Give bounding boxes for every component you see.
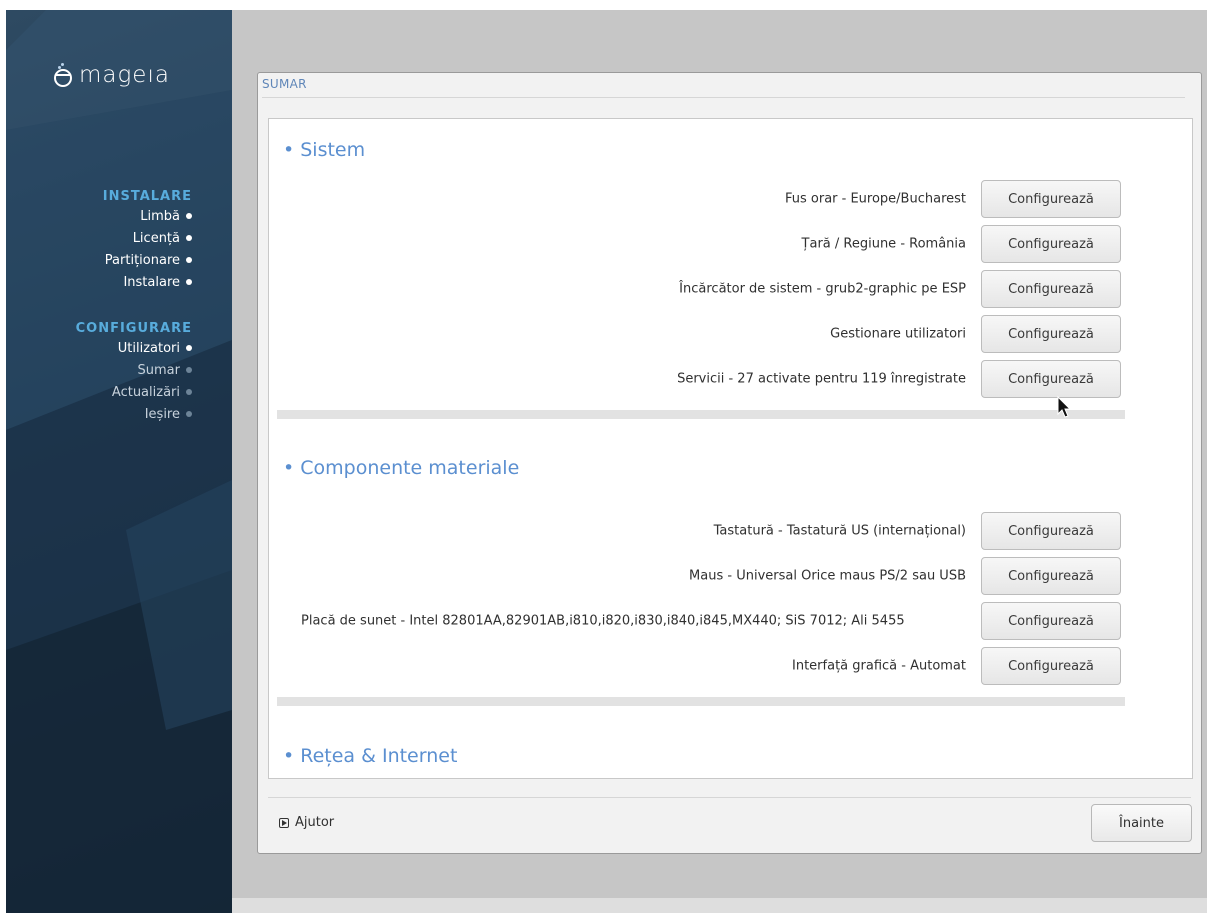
bottom-strip [232, 898, 1207, 913]
summary-row: Gestionare utilizatori Configurează [279, 315, 1124, 353]
step-label: Actualizări [111, 385, 180, 400]
row-label: Fus orar - Europe/Bucharest [784, 191, 966, 207]
step-done-dot-icon [186, 344, 192, 351]
expand-arrow-icon [279, 817, 289, 828]
summary-row: Tastatură - Tastatură US (internațional)… [279, 512, 1124, 550]
step-done-dot-icon [186, 278, 192, 285]
step-item-actualizari: Actualizări [76, 382, 192, 404]
row-label: Servicii - 27 activate pentru 119 înregi… [677, 371, 966, 387]
configure-bootloader-button[interactable]: Configurează [981, 270, 1121, 308]
step-item-utilizatori: Utilizatori [76, 338, 192, 360]
configure-users-button[interactable]: Configurează [981, 315, 1121, 353]
step-item-licenta: Licență [76, 228, 192, 250]
configure-keyboard-button[interactable]: Configurează [981, 512, 1121, 550]
row-label: Placă de sunet - Intel 82801AA,82901AB,i… [301, 613, 905, 629]
mageia-cauldron-icon [53, 63, 73, 87]
step-item-iesire: Ieșire [76, 404, 192, 426]
configure-soundcard-button[interactable]: Configurează [981, 602, 1121, 640]
step-item-limba: Limbă [76, 206, 192, 228]
step-label: Limbă [140, 209, 180, 224]
next-button[interactable]: Înainte [1091, 804, 1192, 842]
configure-country-button[interactable]: Configurează [981, 225, 1121, 263]
sidebar: mageıa INSTALARE Limbă Licență Partițion… [6, 10, 232, 913]
mageia-logo: mageıa [53, 55, 170, 95]
step-item-sumar: Sumar [76, 360, 192, 382]
summary-row: Încărcător de sistem - grub2-graphic pe … [279, 270, 1124, 308]
row-label: Interfață grafică - Automat [792, 658, 966, 674]
step-done-dot-icon [186, 212, 192, 219]
step-item-partitionare: Partiționare [76, 250, 192, 272]
row-label: Tastatură - Tastatură US (internațional) [713, 523, 966, 539]
step-label: Instalare [123, 275, 180, 290]
step-label: Partiționare [104, 253, 180, 268]
step-label: Ieșire [144, 407, 180, 422]
mouse-pointer-icon [1057, 396, 1072, 418]
configure-timezone-button[interactable]: Configurează [981, 180, 1121, 218]
step-done-dot-icon [186, 234, 192, 241]
section-title-sistem: • Sistem [283, 139, 366, 161]
row-label: Gestionare utilizatori [830, 326, 966, 342]
help-label: Ajutor [295, 815, 335, 830]
section-title-network: • Rețea & Internet [283, 745, 458, 767]
panel-title: SUMAR [262, 77, 307, 91]
row-label: Țară / Regiune - România [801, 236, 966, 252]
summary-row: Fus orar - Europe/Bucharest Configurează [279, 180, 1124, 218]
step-pending-dot-icon [186, 366, 192, 373]
summary-row: Țară / Regiune - România Configurează [279, 225, 1124, 263]
row-label: Încărcător de sistem - grub2-graphic pe … [679, 281, 966, 297]
divider [262, 97, 1185, 98]
summary-row: Servicii - 27 activate pentru 119 înregi… [279, 360, 1124, 398]
summary-row: Maus - Universal Orice maus PS/2 sau USB… [279, 557, 1124, 595]
logo-text: mageıa [79, 62, 170, 88]
summary-panel: SUMAR • Sistem Fus orar - Europe/Buchare… [257, 72, 1202, 854]
step-group-configure: CONFIGURARE Utilizatori Sumar Actualizăr… [76, 320, 192, 426]
section-separator [277, 697, 1125, 706]
step-pending-dot-icon [186, 410, 192, 417]
sidebar-decoration [6, 10, 232, 913]
help-toggle[interactable]: Ajutor [279, 815, 334, 830]
step-item-instalare: Instalare [76, 272, 192, 294]
summary-row: Placă de sunet - Intel 82801AA,82901AB,i… [279, 602, 1124, 640]
section-title-hardware: • Componente materiale [283, 457, 520, 479]
summary-row: Interfață grafică - Automat Configurează [279, 647, 1124, 685]
configure-services-button[interactable]: Configurează [981, 360, 1121, 398]
step-pending-dot-icon [186, 388, 192, 395]
step-group-title: CONFIGURARE [75, 321, 192, 336]
step-list: INSTALARE Limbă Licență Partiționare Ins… [76, 188, 192, 452]
step-group-install: INSTALARE Limbă Licență Partiționare Ins… [76, 188, 192, 294]
step-label: Sumar [137, 363, 180, 378]
section-separator [277, 410, 1125, 419]
step-label: Licență [132, 231, 180, 246]
configure-mouse-button[interactable]: Configurează [981, 557, 1121, 595]
summary-scroll-area[interactable]: • Sistem Fus orar - Europe/Bucharest Con… [268, 118, 1193, 779]
step-group-title: INSTALARE [102, 189, 192, 204]
step-done-dot-icon [186, 256, 192, 263]
divider [268, 797, 1191, 798]
configure-graphics-button[interactable]: Configurează [981, 647, 1121, 685]
row-label: Maus - Universal Orice maus PS/2 sau USB [689, 568, 966, 584]
step-label: Utilizatori [117, 341, 180, 356]
